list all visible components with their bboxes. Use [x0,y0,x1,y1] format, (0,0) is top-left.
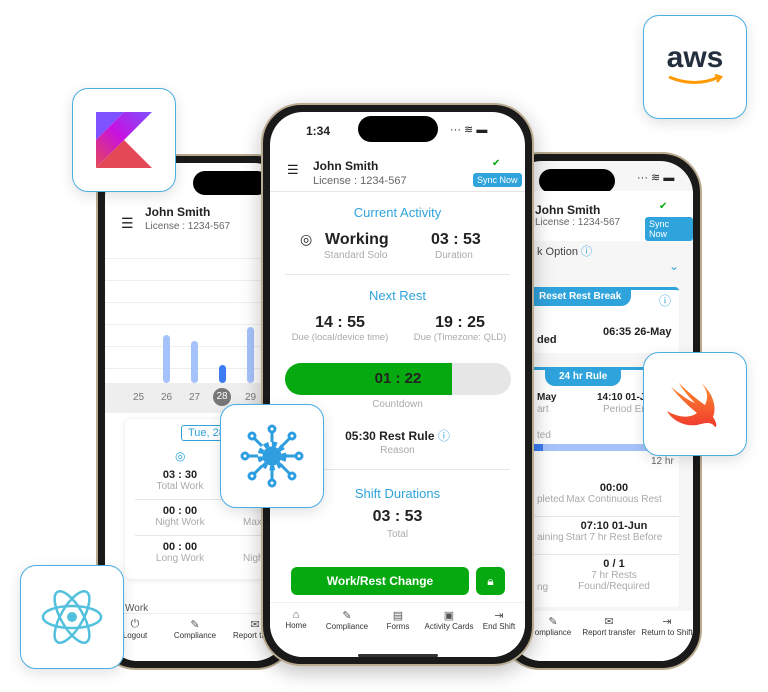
steering-wheel-icon: ◎ [300,231,313,247]
duration-value: 03 : 53 [431,231,481,248]
status-time: 1:34 [306,124,331,138]
sync-ok-icon: ✔ [659,201,668,212]
countdown-value: 01 : 22 [374,370,422,387]
return-icon: ⇥ [662,616,672,628]
period-start-label: art [537,404,549,415]
current-activity-title: Current Activity [353,205,442,220]
date-item[interactable]: 29 [245,392,256,403]
sync-now-button[interactable]: Sync Now [473,173,522,187]
integration-gear-card [220,404,324,508]
bottom-tab-bar: ⏻ Logout ✎ Compliance ✉ Report trans [105,613,287,661]
long-work-value: 00 : 00 [162,541,198,553]
tab-compliance[interactable]: ✎ Compliance [165,618,225,640]
status-value: ded [537,334,557,346]
dynamic-island [193,171,269,195]
night-work-label: Night Work [155,517,205,528]
bottom-tab-bar: ⌂ Home ✎ Compliance ▤ Forms ▣ Activity Cards… [270,602,525,657]
react-logo-card [20,565,124,669]
dynamic-island [539,169,615,193]
lock-icon: 🔒︎ [487,574,494,588]
night-work-value: 00 : 00 [162,505,198,517]
sync-ok-icon: ✔ [492,158,501,169]
chart-bar [191,341,198,383]
max-continuous-rest-value: 00:00 [599,482,629,494]
countdown-progress: 01 : 22 [285,363,511,395]
progress-label: ted [537,430,551,441]
aws-logo-icon: aws [665,43,725,91]
gear-network-icon [240,424,304,488]
kotlin-logo-icon [96,112,152,168]
shift-total-label: Total [386,529,409,540]
swift-logo-icon [667,383,717,427]
tab-report-transfer[interactable]: ✉ Report transfer [579,615,639,637]
status-icons: ··· ≋ ▬ [450,124,488,136]
activity-sub: Standard Solo [324,250,388,261]
swift-logo-card [643,352,747,456]
progress-end-label: 12 hr [651,456,674,467]
due-local-label: Due (local/device time) [291,332,389,343]
reset-rest-break-card: Reset Rest Break ⓘ ded 06:35 26-May [509,287,679,353]
period-start-value: May [537,392,557,403]
next-rest-title: Next Rest [368,288,427,303]
due-local-value: 14 : 55 [315,314,365,331]
menu-icon[interactable]: ☰ [287,162,299,178]
menu-icon[interactable]: ☰ [121,215,134,232]
kotlin-logo-card [72,88,176,192]
home-indicator [358,654,438,657]
info-icon[interactable]: ⓘ [581,246,592,258]
total-work-label: Total Work [156,481,204,492]
center-phone: 1:34 ··· ≋ ▬ ☰ John Smith License : 1234… [261,103,534,666]
chart-bar [247,327,254,383]
license: License : 1234-567 [145,221,231,232]
duration-label: Duration [435,250,473,261]
due-tz-label: Due (Timezone: QLD) [413,332,507,343]
rest-rule-value: 05:30 Rest Rule [345,429,435,443]
work-option-label: k Option [537,246,578,258]
bottom-tab-bar: ✎ ompliance ✉ Report transfer ⇥ Return to S… [509,611,693,661]
chevron-down-icon[interactable]: ⌄ [669,259,679,273]
shift-total-value: 03 : 53 [372,508,423,525]
tab-end-shift[interactable]: ⇥ End Shift [469,609,525,631]
start-rest-before-value: 07:10 01-Jun [580,520,648,532]
long-work-label: Long Work [155,553,205,564]
date-item-selected[interactable]: 28 [213,388,231,406]
chart-bar-selected [219,365,226,383]
reset-time-value: 06:35 26-May [603,326,672,338]
work-chart [105,237,287,383]
date-item[interactable]: 26 [161,392,172,403]
end-shift-icon: ⇥ [494,610,504,622]
date-item[interactable]: 27 [189,392,200,403]
mail-icon: ✉ [604,616,614,628]
user-name: John Smith [535,203,601,217]
24hr-rule-banner: 24 hr Rule [545,367,622,386]
aws-logo-card: aws [643,15,747,119]
due-tz-value: 19 : 25 [435,314,485,331]
status-icons: ··· ≋ ▬ [637,172,675,184]
total-work-value: 03 : 30 [162,469,198,481]
activity-value: Working [325,231,389,248]
info-icon[interactable]: ⓘ [659,292,671,309]
license: License : 1234-567 [313,175,407,187]
info-icon[interactable]: ⓘ [438,429,450,443]
date-item[interactable]: 25 [133,392,144,403]
react-logo-icon [41,590,103,644]
lock-button[interactable]: 🔒︎ [476,567,505,595]
steering-wheel-icon: ◎ [175,449,186,463]
license: License : 1234-567 [535,217,621,228]
compliance-icon: ✎ [190,619,200,631]
rests-found-value: 0 / 1 [603,558,625,570]
work-rest-change-button[interactable]: Work/Rest Change [291,567,469,595]
user-name: John Smith [145,205,211,219]
sync-now-button[interactable]: Sync Now [645,217,693,241]
dynamic-island [358,116,438,142]
user-name: John Smith [313,159,379,173]
center-screen: 1:34 ··· ≋ ▬ ☰ John Smith License : 1234… [270,112,525,657]
tab-return-to-shift[interactable]: ⇥ Return to Shift [637,615,693,637]
chart-bar [163,335,170,383]
